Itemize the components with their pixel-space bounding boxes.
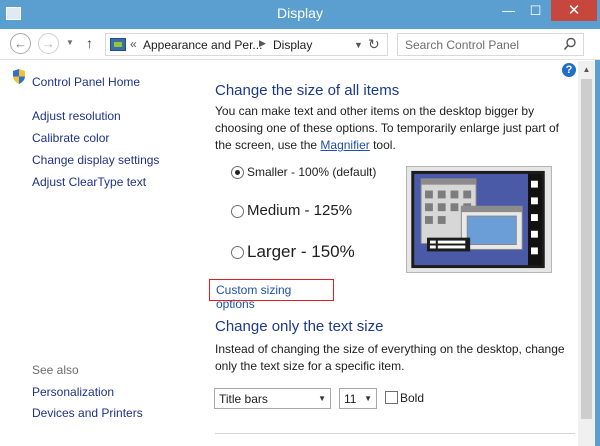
address-dropdown[interactable]: ▼ [354,40,363,50]
back-button[interactable]: ← [10,33,31,54]
title-bar: Display — ☐ ✕ [0,0,600,29]
up-button[interactable]: ↑ [86,35,93,51]
font-size-select[interactable]: 11 ▼ [339,388,377,409]
search-placeholder: Search Control Panel [405,38,520,52]
breadcrumb-overflow[interactable]: « [130,37,137,51]
chevron-down-icon: ▼ [364,394,372,403]
breadcrumb-display[interactable]: Display [273,38,312,52]
see-also-personalization-link[interactable]: Personalization [32,385,114,399]
size-preview-image [406,166,552,273]
refresh-button[interactable]: ↻ [368,36,380,53]
chevron-down-icon: ▼ [318,394,326,403]
magnifier-link[interactable]: Magnifier [320,138,369,152]
text-item-value: Title bars [219,392,268,406]
custom-sizing-highlight: Custom sizing options [209,279,334,311]
size-description: You can make text and other items on the… [215,103,575,154]
forward-button[interactable]: → [38,33,59,54]
see-also-devices-printers-link[interactable]: Devices and Printers [32,406,143,420]
sidebar-item-change-display-settings[interactable]: Change display settings [32,153,159,167]
custom-sizing-options-link[interactable]: Custom sizing options [216,283,333,311]
radio-larger-label[interactable]: Larger - 150% [247,242,355,262]
font-size-value: 11 [344,392,357,406]
sidebar-item-adjust-resolution[interactable]: Adjust resolution [32,109,121,123]
sidebar-item-calibrate-color[interactable]: Calibrate color [32,131,109,145]
recent-pages-dropdown[interactable]: ▼ [66,38,74,47]
task-pane: Control Panel Home Adjust resolution Cal… [0,61,200,446]
radio-smaller-label[interactable]: Smaller - 100% (default) [247,165,376,179]
breadcrumb-appearance[interactable]: Appearance and Per... [143,38,262,52]
radio-smaller[interactable] [231,166,244,179]
search-input[interactable]: Search Control Panel [397,33,584,56]
minimize-button[interactable]: — [495,0,522,21]
section-title-size-all: Change the size of all items [215,82,400,99]
address-bar[interactable]: « Appearance and Per... ▶ Display ▼ ↻ [105,33,388,56]
search-icon[interactable] [563,37,577,51]
control-panel-icon [110,38,126,51]
radio-medium[interactable] [231,205,244,218]
navigation-bar: ← → ▼ ↑ « Appearance and Per... ▶ Displa… [0,29,600,60]
close-button[interactable]: ✕ [551,0,597,21]
section-title-text-size: Change only the text size [215,318,384,335]
vertical-scrollbar[interactable]: ▲ [578,61,595,446]
breadcrumb-separator[interactable]: ▶ [259,38,266,49]
sidebar-item-adjust-cleartype[interactable]: Adjust ClearType text [32,175,146,189]
bold-checkbox[interactable] [385,391,398,404]
help-icon[interactable]: ? [562,63,576,77]
bold-checkbox-label[interactable]: Bold [400,391,424,405]
section-divider [215,433,575,434]
text-item-select[interactable]: Title bars ▼ [214,388,331,409]
scrollbar-thumb[interactable] [581,79,592,419]
control-panel-home-link[interactable]: Control Panel Home [32,75,140,89]
see-also-label: See also [32,363,79,377]
scroll-up-button[interactable]: ▲ [578,61,595,78]
window-border [595,29,600,446]
maximize-button[interactable]: ☐ [522,0,549,21]
radio-medium-label[interactable]: Medium - 125% [247,202,352,219]
radio-larger[interactable] [231,246,244,259]
uac-shield-icon [13,69,25,84]
text-size-description: Instead of changing the size of everythi… [215,342,565,373]
size-description-end: tool. [369,138,396,152]
